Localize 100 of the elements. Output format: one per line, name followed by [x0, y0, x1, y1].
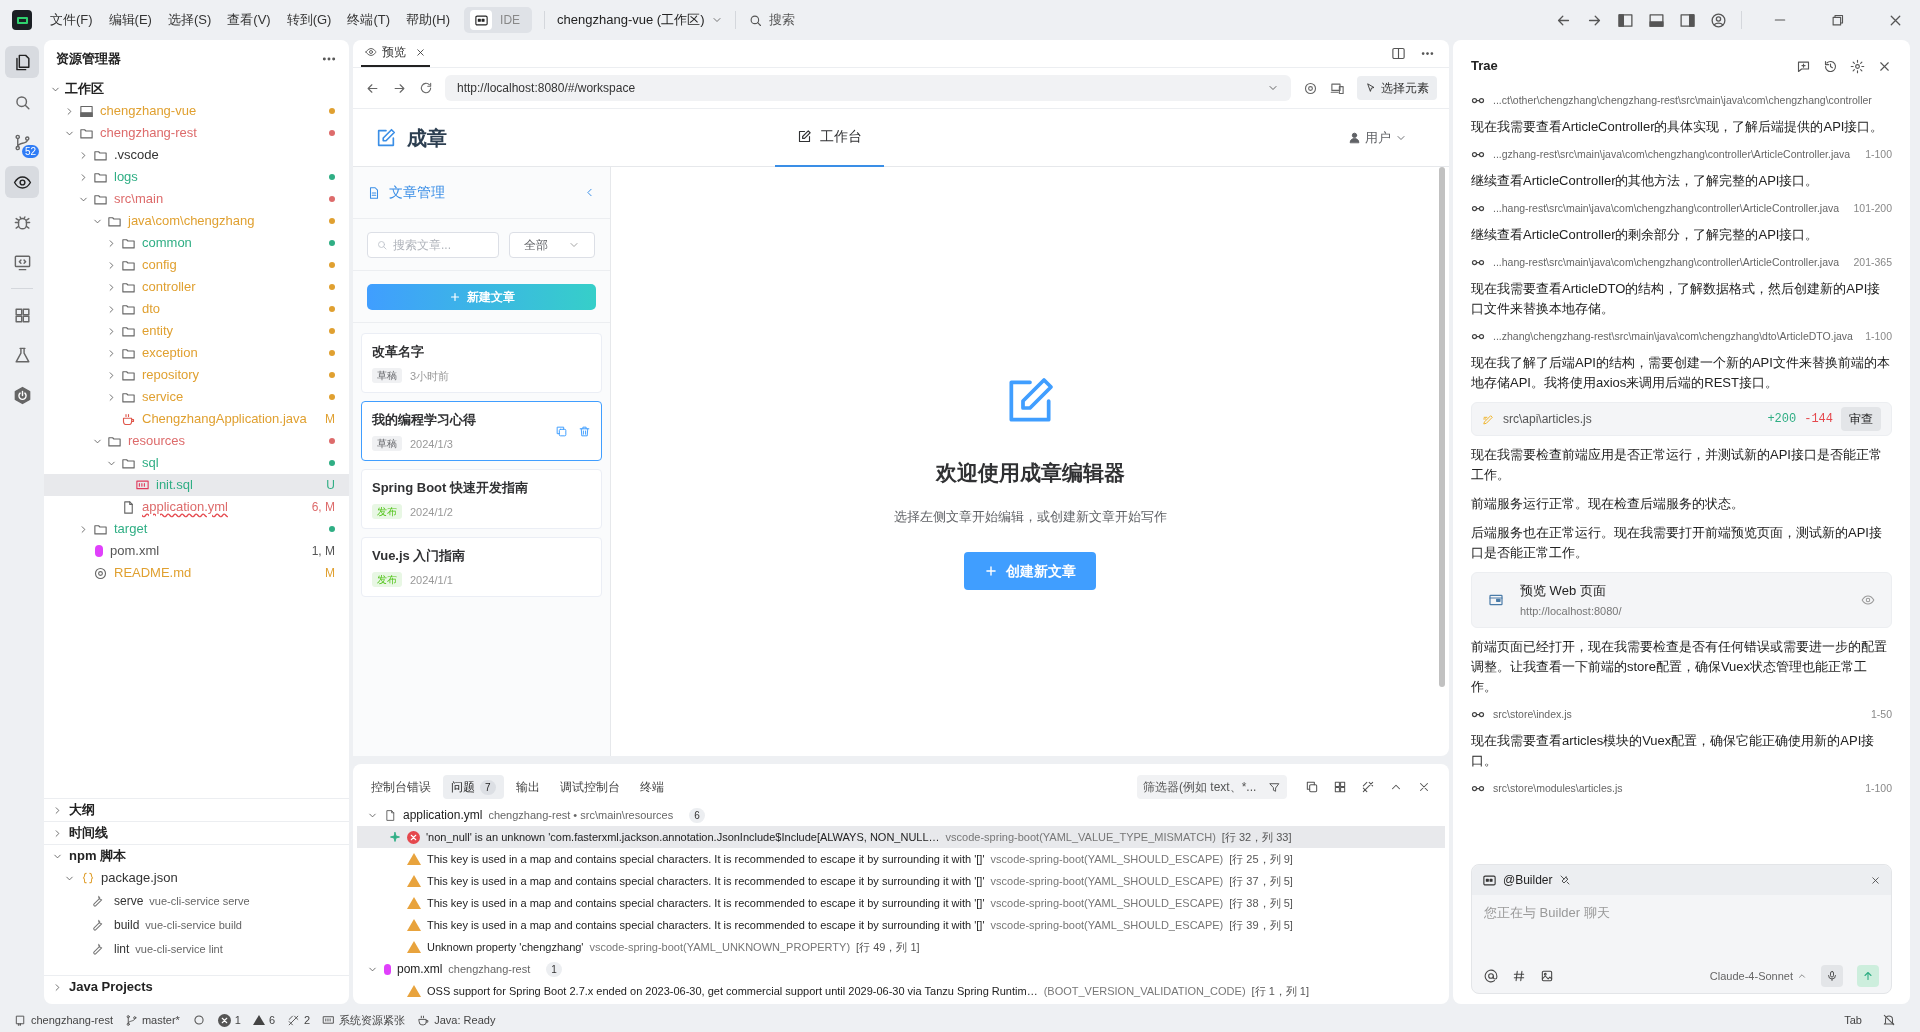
close-icon[interactable]: [1417, 780, 1431, 794]
devices-icon[interactable]: [1330, 80, 1345, 96]
problem-row[interactable]: This key is used in a map and contains special characters. It is recommended to escape it by surrounding it with '[]' vscode-spring-boot(YAML_SHOULD_ESCAPE) [行 37，列 5]: [357, 870, 1445, 892]
problem-group[interactable]: pom.xml chengzhang-rest 1: [357, 958, 1445, 980]
user-menu[interactable]: 用户: [1348, 127, 1407, 148]
collapse-all-icon[interactable]: [1305, 780, 1319, 794]
status-tag: 发布: [372, 504, 402, 520]
account-icon[interactable]: [1710, 11, 1727, 29]
preview-card[interactable]: 预览 Web 页面 http://localhost:8080/: [1471, 572, 1892, 628]
menu-item[interactable]: 终端(T): [341, 7, 397, 33]
problem-row[interactable]: Unknown property 'chengzhang' vscode-spring-boot(YAML_UNKNOWN_PROPERTY) [行 49，列 1]: [357, 936, 1445, 958]
tree-item[interactable]: package.json: [44, 867, 349, 889]
tree-item[interactable]: pom.xml 1, M: [44, 540, 349, 562]
panel-tab[interactable]: 控制台错误: [363, 775, 439, 799]
select-element-button[interactable]: 选择元素: [1357, 76, 1437, 100]
section-header[interactable]: 大纲: [44, 799, 349, 821]
activity-button[interactable]: [5, 166, 39, 198]
problem-group[interactable]: application.yml chengzhang-rest • src\main\resources 6: [357, 804, 1445, 826]
file-reference[interactable]: ...zhang\chengzhang-rest\src\main\java\com\chengzhang\dto\ArticleDTO.java: [1493, 328, 1853, 344]
status-item[interactable]: 系统资源紧张: [322, 1011, 406, 1029]
history-icon[interactable]: [1823, 58, 1838, 74]
panel-tab[interactable]: 问题 7: [443, 775, 504, 799]
nav-tab[interactable]: 工作台: [775, 108, 884, 167]
at-icon[interactable]: [1484, 969, 1498, 983]
url-field[interactable]: http://localhost:8080/#/workspace: [445, 75, 1291, 101]
review-button[interactable]: 审查: [1841, 407, 1881, 431]
npm-script[interactable]: serve vue-cli-service serve: [44, 889, 349, 913]
section-header[interactable]: 时间线: [44, 822, 349, 844]
bell-muted-icon[interactable]: [1882, 1013, 1896, 1027]
right-panel-icon[interactable]: [1679, 11, 1696, 29]
file-reference[interactable]: src\store\index.js: [1493, 706, 1572, 722]
file-reference[interactable]: ...hang-rest\src\main\java\com\chengzhang\controller\ArticleController.java: [1493, 200, 1840, 216]
restore-icon[interactable]: [1830, 12, 1845, 28]
scrollbar[interactable]: [1439, 167, 1445, 687]
status-item[interactable]: 1: [217, 1011, 241, 1029]
new-chat-icon[interactable]: [1796, 58, 1811, 74]
menu-item[interactable]: 文件(F): [44, 7, 99, 33]
problem-source: vscode-spring-boot(YAML_SHOULD_ESCAPE): [990, 851, 1224, 867]
menu-item[interactable]: 编辑(E): [102, 7, 158, 33]
chat-input-box[interactable]: @Builder 您正在与 Builder 聊天 Claude-4-Sonnet: [1471, 864, 1892, 994]
file-reference[interactable]: src\store\modules\articles.js: [1493, 780, 1623, 796]
model-selector[interactable]: Claude-4-Sonnet: [1709, 967, 1807, 985]
status-item[interactable]: 2: [287, 1011, 311, 1029]
problem-row[interactable]: OSS support for Spring Boot 2.7.x ended on 2023-06-30, get commercial support until 2029-06-30 via Tanzu Spring Runtim… (BOOT_VERSION_VALIDATION_CODE) [行 1，列 1]: [357, 980, 1445, 1002]
menu-item[interactable]: 选择(S): [161, 7, 218, 33]
table-view-icon[interactable]: [1333, 780, 1347, 794]
search-field[interactable]: 搜索文章...: [367, 231, 499, 258]
line-range: 1-100: [1865, 781, 1892, 796]
filter-select[interactable]: 全部: [509, 231, 595, 258]
split-editor-icon[interactable]: [1391, 45, 1406, 61]
menu-item[interactable]: 帮助(H): [400, 7, 457, 33]
bottom-panel-icon[interactable]: [1648, 11, 1665, 29]
article-card[interactable]: Spring Boot 快速开发指南 发布 2024/1/2: [361, 469, 602, 529]
menu-item[interactable]: 查看(V): [221, 7, 277, 33]
close-icon[interactable]: [1870, 874, 1881, 886]
panel-tab[interactable]: 输出: [507, 775, 548, 799]
panel-tab[interactable]: 调试控制台: [551, 775, 628, 799]
panel-tab[interactable]: 终端: [631, 775, 672, 799]
close-icon[interactable]: [415, 46, 426, 58]
article-card[interactable]: 改革名字 草稿 3小时前: [361, 333, 602, 393]
file-name: common: [142, 234, 192, 253]
file-reference[interactable]: ...gzhang-rest\src\main\java\com\chengzhang\controller\ArticleController.java: [1493, 146, 1851, 162]
activity-button[interactable]: 52: [5, 126, 39, 158]
target-icon[interactable]: [1303, 80, 1318, 96]
npm-script[interactable]: lint vue-cli-service lint: [44, 937, 349, 961]
activity-button[interactable]: [5, 46, 39, 78]
file-reference[interactable]: ...hang-rest\src\main\java\com\chengzhang\controller\ArticleController.java: [1493, 254, 1840, 270]
workspace-dropdown[interactable]: chengzhang-vue (工作区): [557, 10, 723, 30]
section-header[interactable]: npm 脚本: [44, 845, 349, 867]
section-header[interactable]: Java Projects: [44, 976, 349, 998]
problem-row[interactable]: This key is used in a map and contains special characters. It is recommended to escape it by surrounding it with '[]' vscode-spring-boot(YAML_SHOULD_ESCAPE) [行 38，列 5]: [357, 892, 1445, 914]
status-item[interactable]: 6: [253, 1011, 276, 1029]
menu-item[interactable]: 转到(G): [280, 7, 338, 33]
microphone-button[interactable]: [1821, 965, 1843, 987]
left-panel-icon[interactable]: [1617, 11, 1634, 29]
reload-icon[interactable]: [419, 81, 433, 95]
preview-url: http://localhost:8080/: [1520, 604, 1622, 619]
status-item[interactable]: master*: [124, 1011, 180, 1029]
search-input[interactable]: 搜索文章...: [393, 235, 490, 254]
editor-tab[interactable]: 预览: [361, 39, 430, 67]
chat-input[interactable]: 您正在与 Builder 聊天: [1472, 895, 1891, 959]
problem-row[interactable]: This key is used in a map and contains special characters. It is recommended to escape it by surrounding it with '[]' vscode-spring-boot(YAML_SHOULD_ESCAPE) [行 39，列 5]: [357, 914, 1445, 936]
tools-icon: [287, 1013, 301, 1027]
problem-row[interactable]: 'non_null' is an unknown 'com.fasterxml.jackson.annotation.JsonInclude$Include[ALWAYS, NON_NULL… vscode-spring-boot(YAML_VALUE_TYPE_MISMATCH) [行 32，列 33]: [357, 826, 1445, 848]
filter-field[interactable]: 筛选器(例如 text、*...: [1137, 775, 1287, 799]
status-item[interactable]: chengzhang-rest: [14, 1011, 113, 1029]
problem-row[interactable]: This key is used in a map and contains special characters. It is recommended to escape it by surrounding it with '[]' vscode-spring-boot(YAML_SHOULD_ESCAPE) [行 25，列 9]: [357, 848, 1445, 870]
file-reference[interactable]: ...ct\other\chengzhang\chengzhang-rest\src\main\java\com\chengzhang\controller: [1493, 92, 1872, 108]
tree-header[interactable]: 工作区: [44, 78, 349, 100]
npm-script[interactable]: build vue-cli-service build: [44, 913, 349, 937]
filter-input[interactable]: 筛选器(例如 text、*...: [1143, 778, 1268, 796]
hash-icon[interactable]: [1512, 969, 1526, 983]
search-button[interactable]: 搜索: [747, 10, 795, 30]
removed-count: -144: [1804, 411, 1833, 428]
sync-icon[interactable]: [191, 1013, 206, 1027]
status-item[interactable]: Java: Ready: [417, 1011, 496, 1029]
image-icon[interactable]: [1540, 969, 1554, 983]
article-card[interactable]: Vue.js 入门指南 发布 2024/1/1: [361, 537, 602, 597]
tree-item[interactable]: .vscode: [44, 144, 349, 166]
status-item[interactable]: Tab: [1844, 1011, 1862, 1029]
